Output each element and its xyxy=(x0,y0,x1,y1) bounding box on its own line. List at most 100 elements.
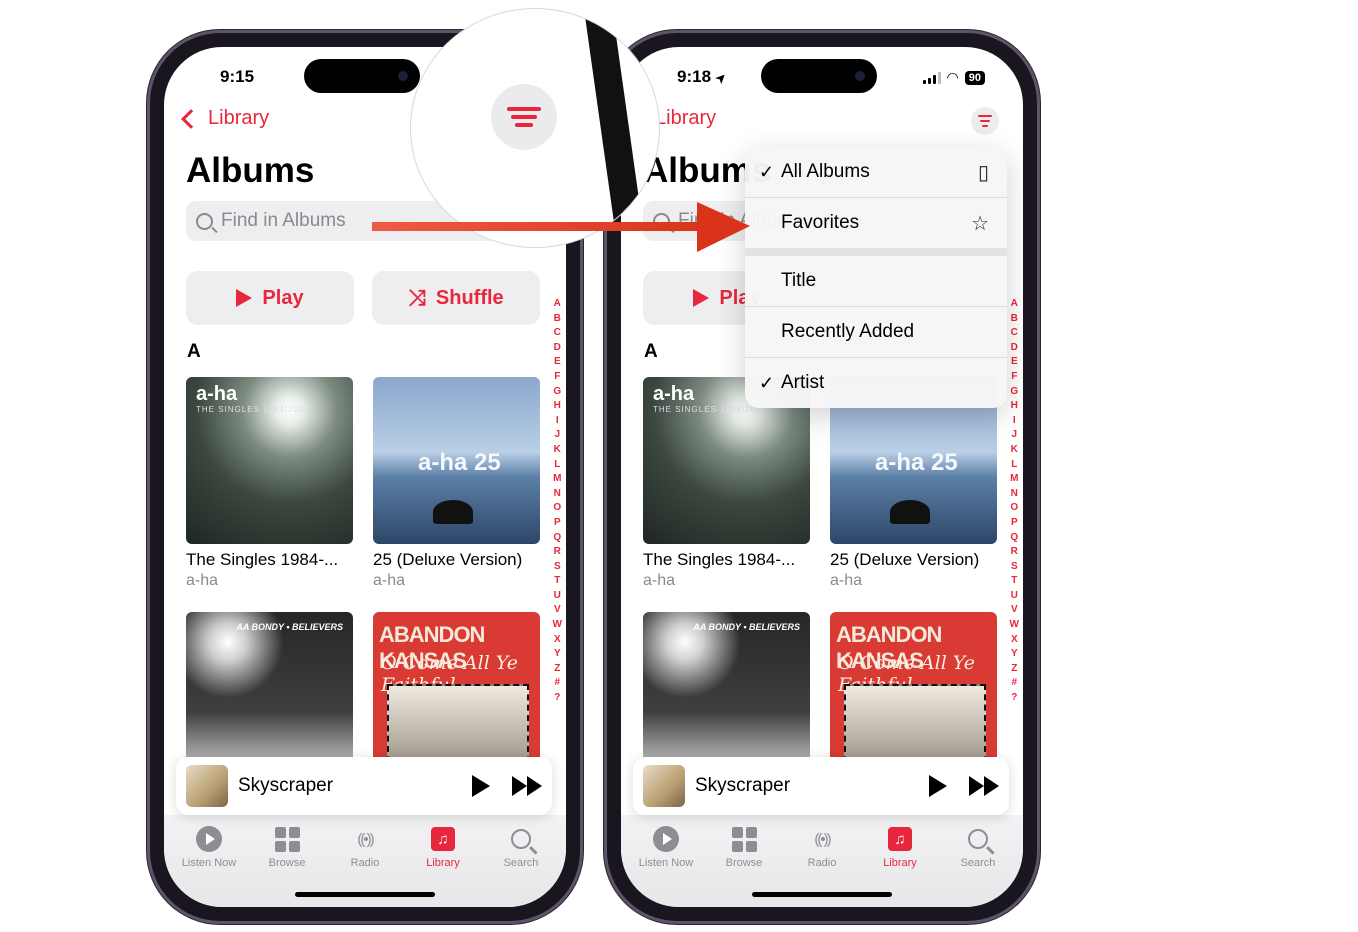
index-letter[interactable]: K xyxy=(1011,443,1018,458)
index-letter[interactable]: B xyxy=(554,312,561,327)
index-letter[interactable]: N xyxy=(1011,487,1018,502)
album-card[interactable]: AA BONDY • BELIEVERS xyxy=(186,612,353,779)
index-letter[interactable]: T xyxy=(1011,574,1017,589)
album-card[interactable]: a-ha 25 25 (Deluxe Version) a-ha xyxy=(373,377,540,590)
index-letter[interactable]: R xyxy=(554,545,561,560)
index-letter[interactable]: B xyxy=(1011,312,1018,327)
alphabet-index[interactable]: A B C D E F G H I J K L M N O P Q R S T U V W X Y Z #? xyxy=(1010,297,1019,706)
arrow-shaft xyxy=(372,222,712,231)
menu-item-artist[interactable]: ✓ Artist xyxy=(745,358,1007,408)
index-letter[interactable]: Y xyxy=(1011,647,1018,662)
now-playing-artwork xyxy=(643,765,685,807)
index-letter[interactable]: C xyxy=(554,326,561,341)
menu-item-all-albums[interactable]: ✓ All Albums ▯ xyxy=(745,147,1007,198)
index-letter[interactable]: P xyxy=(554,516,561,531)
index-letter[interactable]: I xyxy=(556,414,559,429)
menu-item-title[interactable]: Title xyxy=(745,256,1007,307)
index-letter[interactable]: G xyxy=(553,385,561,400)
index-letter[interactable]: D xyxy=(1011,341,1018,356)
index-letter[interactable]: K xyxy=(554,443,561,458)
album-card[interactable]: a-ha 25 25 (Deluxe Version) a-ha xyxy=(830,377,997,590)
tab-listen-now[interactable]: Listen Now xyxy=(629,825,703,869)
tab-radio[interactable]: ((•)) Radio xyxy=(328,825,402,870)
index-letter[interactable]: U xyxy=(554,589,561,604)
index-letter[interactable]: J xyxy=(554,428,560,443)
fast-forward-icon[interactable] xyxy=(969,776,999,796)
mini-player[interactable]: Skyscraper xyxy=(176,757,552,815)
status-time: 9:18 ➤ xyxy=(677,67,729,87)
back-to-library-button[interactable]: Library xyxy=(655,107,716,130)
tab-listen-now[interactable]: Listen Now xyxy=(172,825,246,869)
album-card[interactable]: ABANDON KANSAS O Come All Ye Faithful xyxy=(373,612,540,779)
index-letter[interactable]: Z xyxy=(1011,662,1017,677)
tab-radio[interactable]: ((•)) Radio xyxy=(785,825,859,870)
index-letter[interactable]: F xyxy=(1011,370,1017,385)
tab-browse[interactable]: Browse xyxy=(707,825,781,869)
index-letter[interactable]: L xyxy=(1011,458,1017,473)
tab-library[interactable]: ♫ Library xyxy=(863,825,937,869)
index-letter[interactable]: N xyxy=(554,487,561,502)
index-letter[interactable]: J xyxy=(1011,428,1017,443)
alphabet-index[interactable]: A B C D E F G H I J K L M N O P Q R S T U V W X Y Z #? xyxy=(553,297,562,706)
index-letter[interactable]: H xyxy=(1011,399,1018,414)
shuffle-label: Shuffle xyxy=(435,286,504,309)
shuffle-button[interactable]: ⤨ Shuffle xyxy=(372,271,540,325)
tab-search[interactable]: Search xyxy=(941,825,1015,869)
tab-browse[interactable]: Browse xyxy=(250,825,324,869)
index-letter[interactable]: Q xyxy=(1010,531,1018,546)
play-icon[interactable] xyxy=(472,775,490,797)
play-icon[interactable] xyxy=(929,775,947,797)
tab-search[interactable]: Search xyxy=(484,825,558,869)
mini-player[interactable]: Skyscraper xyxy=(633,757,1009,815)
index-letter[interactable]: E xyxy=(1011,355,1018,370)
index-letter[interactable]: ? xyxy=(554,691,560,706)
sort-line xyxy=(507,107,541,111)
menu-item-favorites[interactable]: Favorites ☆ xyxy=(745,198,1007,248)
arrow-head xyxy=(697,202,750,252)
index-letter[interactable]: Q xyxy=(553,531,561,546)
index-letter[interactable]: E xyxy=(554,355,561,370)
index-letter[interactable]: H xyxy=(554,399,561,414)
tab-label: Browse xyxy=(725,857,763,869)
menu-item-recently-added[interactable]: Recently Added xyxy=(745,307,1007,358)
index-letter[interactable]: S xyxy=(554,560,561,575)
back-to-library-button[interactable]: Library xyxy=(181,107,269,130)
index-letter[interactable]: Z xyxy=(554,662,560,677)
index-letter[interactable]: T xyxy=(554,574,560,589)
index-letter[interactable]: L xyxy=(554,458,560,473)
index-letter[interactable]: # xyxy=(554,676,560,691)
index-letter[interactable]: O xyxy=(1010,501,1018,516)
album-card[interactable]: a-ha THE SINGLES 1984|2004 The Singles 1… xyxy=(186,377,353,590)
index-letter[interactable]: I xyxy=(1013,414,1016,429)
index-letter[interactable]: A xyxy=(554,297,561,312)
index-letter[interactable]: V xyxy=(1011,603,1018,618)
index-letter[interactable]: D xyxy=(554,341,561,356)
index-letter[interactable]: F xyxy=(554,370,560,385)
index-letter[interactable]: ? xyxy=(1011,691,1017,706)
index-letter[interactable]: C xyxy=(1011,326,1018,341)
index-letter[interactable]: U xyxy=(1011,589,1018,604)
index-letter[interactable]: R xyxy=(1011,545,1018,560)
camera-icon xyxy=(855,71,865,81)
index-letter[interactable]: G xyxy=(1010,385,1018,400)
index-letter[interactable]: Y xyxy=(554,647,561,662)
fast-forward-icon[interactable] xyxy=(512,776,542,796)
index-letter[interactable]: O xyxy=(553,501,561,516)
index-letter[interactable]: X xyxy=(1011,633,1018,648)
album-card[interactable]: a-ha THE SINGLES 1984|2004 The Singles 1… xyxy=(643,377,810,590)
index-letter[interactable]: M xyxy=(1010,472,1018,487)
index-letter[interactable]: W xyxy=(553,618,562,633)
play-button[interactable]: Play xyxy=(186,271,354,325)
index-letter[interactable]: X xyxy=(554,633,561,648)
index-letter[interactable]: P xyxy=(1011,516,1018,531)
index-letter[interactable]: W xyxy=(1010,618,1019,633)
index-letter[interactable]: # xyxy=(1011,676,1017,691)
album-card[interactable]: ABANDON KANSAS O Come All Ye Faithful xyxy=(830,612,997,779)
index-letter[interactable]: A xyxy=(1011,297,1018,312)
index-letter[interactable]: M xyxy=(553,472,561,487)
index-letter[interactable]: S xyxy=(1011,560,1018,575)
album-card[interactable]: AA BONDY • BELIEVERS xyxy=(643,612,810,779)
tab-library[interactable]: ♫ Library xyxy=(406,825,480,869)
index-letter[interactable]: V xyxy=(554,603,561,618)
sort-filter-button[interactable] xyxy=(971,107,999,135)
